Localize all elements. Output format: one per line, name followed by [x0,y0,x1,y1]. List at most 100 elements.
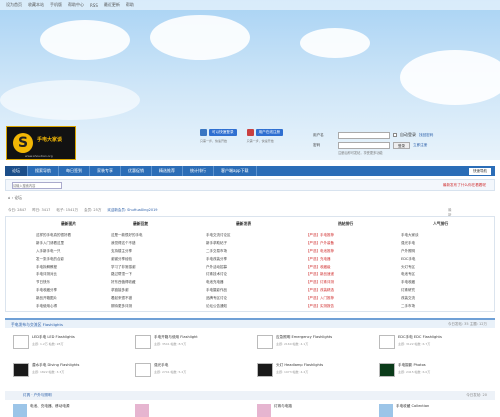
forum-card[interactable]: EDC手电 EDC Flashlights 主题: 3122 帖数: 6.7万 [371,335,493,349]
forum-card[interactable]: 手电摄影 Photos 主题: 2415 帖数: 6.0万 [371,363,493,377]
list-item[interactable]: 【严选】户外装备 [306,241,334,246]
list-item[interactable]: 手电大家谈 [401,233,419,238]
list-item[interactable]: 【严选】入门推荐 [306,296,334,301]
list-item[interactable]: 电池充电器 [206,280,224,285]
forum-card[interactable]: 电池、充电器、移动电源 [5,404,127,417]
list-item[interactable]: 灯珠研究 [401,288,415,293]
list-item[interactable]: 【严选】充电器 [306,257,331,262]
nav-item[interactable]: 统计排行 [183,166,214,176]
forum-name[interactable]: 潜水手电 Diving Flashlights [32,363,79,368]
forum-name[interactable]: 头灯 Headlamp Flashlights [276,363,323,368]
forum-name[interactable]: LED手电 LED Flashlights [32,335,75,340]
nav-item[interactable]: 搜索导航 [28,166,59,176]
forum-card[interactable]: 应急照明 Emergency Flashlights 主题: 2160 帖数: 4… [249,335,371,349]
list-item[interactable]: 好东西值得收藏 [111,280,136,285]
topbar-link[interactable]: 收藏本站 [28,2,44,8]
list-item[interactable]: 【严选】收藏级 [306,265,331,270]
list-item[interactable]: EDC手电 [401,257,415,262]
nav-item[interactable]: 客户端app下载 [214,166,257,176]
forum-card[interactable]: 手电收藏 Collection [371,404,493,417]
topbar-link[interactable]: RSS [90,3,98,8]
forum-name[interactable]: EDC手电 EDC Flashlights [398,335,442,340]
list-item[interactable]: 【严选】新品速递 [306,272,334,277]
search-input[interactable] [12,182,62,189]
list-item[interactable]: 求链接多谢 [111,288,129,293]
username-input[interactable] [338,131,390,139]
register-link[interactable]: 立即注册 [413,143,427,148]
list-item[interactable]: 发一张手电的合影 [36,257,64,262]
list-item[interactable]: 看起来很不错 [111,296,132,301]
forum-name[interactable]: 应急照明 Emergency Flashlights [276,335,332,340]
forum-name[interactable]: 灯珠与电路 [274,404,292,417]
site-logo[interactable]: S 手电大家谈 www.shoudian.org [6,126,76,160]
topbar-link[interactable]: 帮助 [126,2,134,8]
topbar-link[interactable]: 手机版 [50,2,62,8]
list-item[interactable]: 谢谢分享经验 [111,257,132,262]
topbar-link[interactable]: 帮助中心 [68,2,84,8]
list-item[interactable]: 灯珠技术讨论 [206,272,227,277]
list-item[interactable]: 手电拆解教程 [36,265,57,270]
list-item[interactable]: 支持楼主分享 [111,249,132,254]
list-item[interactable]: 户外活动招募 [206,265,227,270]
forum-card[interactable]: 灯珠与电路 [249,404,371,417]
list-item[interactable]: 电池专区 [401,272,415,277]
forum-name[interactable]: 手电开箱与使用 Flashlight [154,335,198,340]
list-item[interactable]: 手电交流讨论区 [206,233,231,238]
list-item[interactable]: 学习了非常感谢 [111,265,136,270]
list-item[interactable]: 我觉得这个不错 [111,241,136,246]
remember-checkbox[interactable] [393,133,397,137]
register-button[interactable]: 用户在线注册 [255,129,284,136]
forum-card[interactable]: LED手电 LED Flashlights 主题: 1.2万 帖数: 28万 [5,335,127,349]
login-button[interactable]: 登录 [393,141,410,149]
section-title[interactable]: 灯具 · 户外与照明 [23,393,52,398]
list-item[interactable]: 入手新手电一只 [36,249,61,254]
stat-newest[interactable]: 欢迎新会员: ShuHuaXing2019 [107,208,157,213]
breadcrumb-item[interactable]: 论坛 [14,195,22,200]
list-item[interactable]: 手电改装分享 [206,257,227,262]
nav-item[interactable]: 家装专享 [90,166,121,176]
forum-name[interactable]: 手电收藏 Collection [396,404,429,417]
list-item[interactable]: 品牌专区讨论 [206,296,227,301]
list-item[interactable]: 新品开箱图片 [36,296,57,301]
list-item[interactable]: 头灯专区 [401,265,415,270]
forum-card[interactable]: 强光手电 主题: 2741 帖数: 5.2万 [127,363,249,377]
nav-item[interactable]: 论坛 [5,166,28,176]
list-item[interactable]: 【严选】改装精选 [306,288,334,293]
list-item[interactable]: 强光手电 [401,241,415,246]
nav-item[interactable]: 精选推荐 [152,166,183,176]
list-item[interactable]: 手电收藏 [401,280,415,285]
list-item[interactable]: 期待更多评测 [111,304,132,309]
password-input[interactable] [338,141,390,149]
forum-card[interactable]: 手电开箱与使用 Flashlight 主题: 3541 帖数: 8.5万 [127,335,249,349]
forum-name[interactable]: 电池、充电器、移动电源 [30,404,70,417]
list-item[interactable]: 这是一款很好的手电 [111,233,143,238]
forum-card[interactable]: 潜水手电 Diving Flashlights 主题: 1822 帖数: 3.3万 [5,363,127,377]
list-item[interactable]: 新手入门请看这里 [36,241,64,246]
topbar-link[interactable]: 最近更新 [104,2,120,8]
forgot-password-link[interactable]: 找回密码 [419,133,433,138]
list-item[interactable]: 节日快乐 [36,280,50,285]
list-item[interactable]: 论坛公告通知 [206,304,227,309]
quick-login-button[interactable]: 可以快速登录 [209,129,237,136]
forum-card[interactable]: 头灯 Headlamp Flashlights 主题: 1973 帖数: 4.4万 [249,363,371,377]
list-item[interactable]: 【严选】电池推荐 [306,249,334,254]
forum-name[interactable]: 手电摄影 Photos [398,363,430,368]
topbar-link[interactable]: 设为首页 [6,2,22,8]
list-item[interactable]: 改装交流 [401,296,415,301]
forum-name[interactable]: 强光手电 [154,363,186,368]
list-item[interactable]: 二手市场 [401,304,415,309]
quick-nav-select[interactable]: 快速导航 [469,167,491,175]
list-item[interactable]: 【严选】实测报告 [306,304,334,309]
list-item[interactable]: 手电评测对比 [36,272,57,277]
list-item[interactable]: 手电摄影作品 [206,288,227,293]
list-item[interactable]: 路过帮顶一下 [111,272,132,277]
nav-item[interactable]: 优惠促销 [121,166,152,176]
search-notice[interactable]: 最新发布了什么你在看着呢 [443,183,486,188]
list-item[interactable]: 二手交易市场 [206,249,227,254]
list-item[interactable]: 手电收藏分享 [36,288,57,293]
forum-card[interactable] [127,404,249,417]
list-item[interactable]: 手电使用心得 [36,304,57,309]
list-item[interactable]: 这样的手电真的很好看 [36,233,71,238]
list-item[interactable]: 户外照明 [401,249,415,254]
list-item[interactable]: 【严选】手电推荐 [306,233,334,238]
